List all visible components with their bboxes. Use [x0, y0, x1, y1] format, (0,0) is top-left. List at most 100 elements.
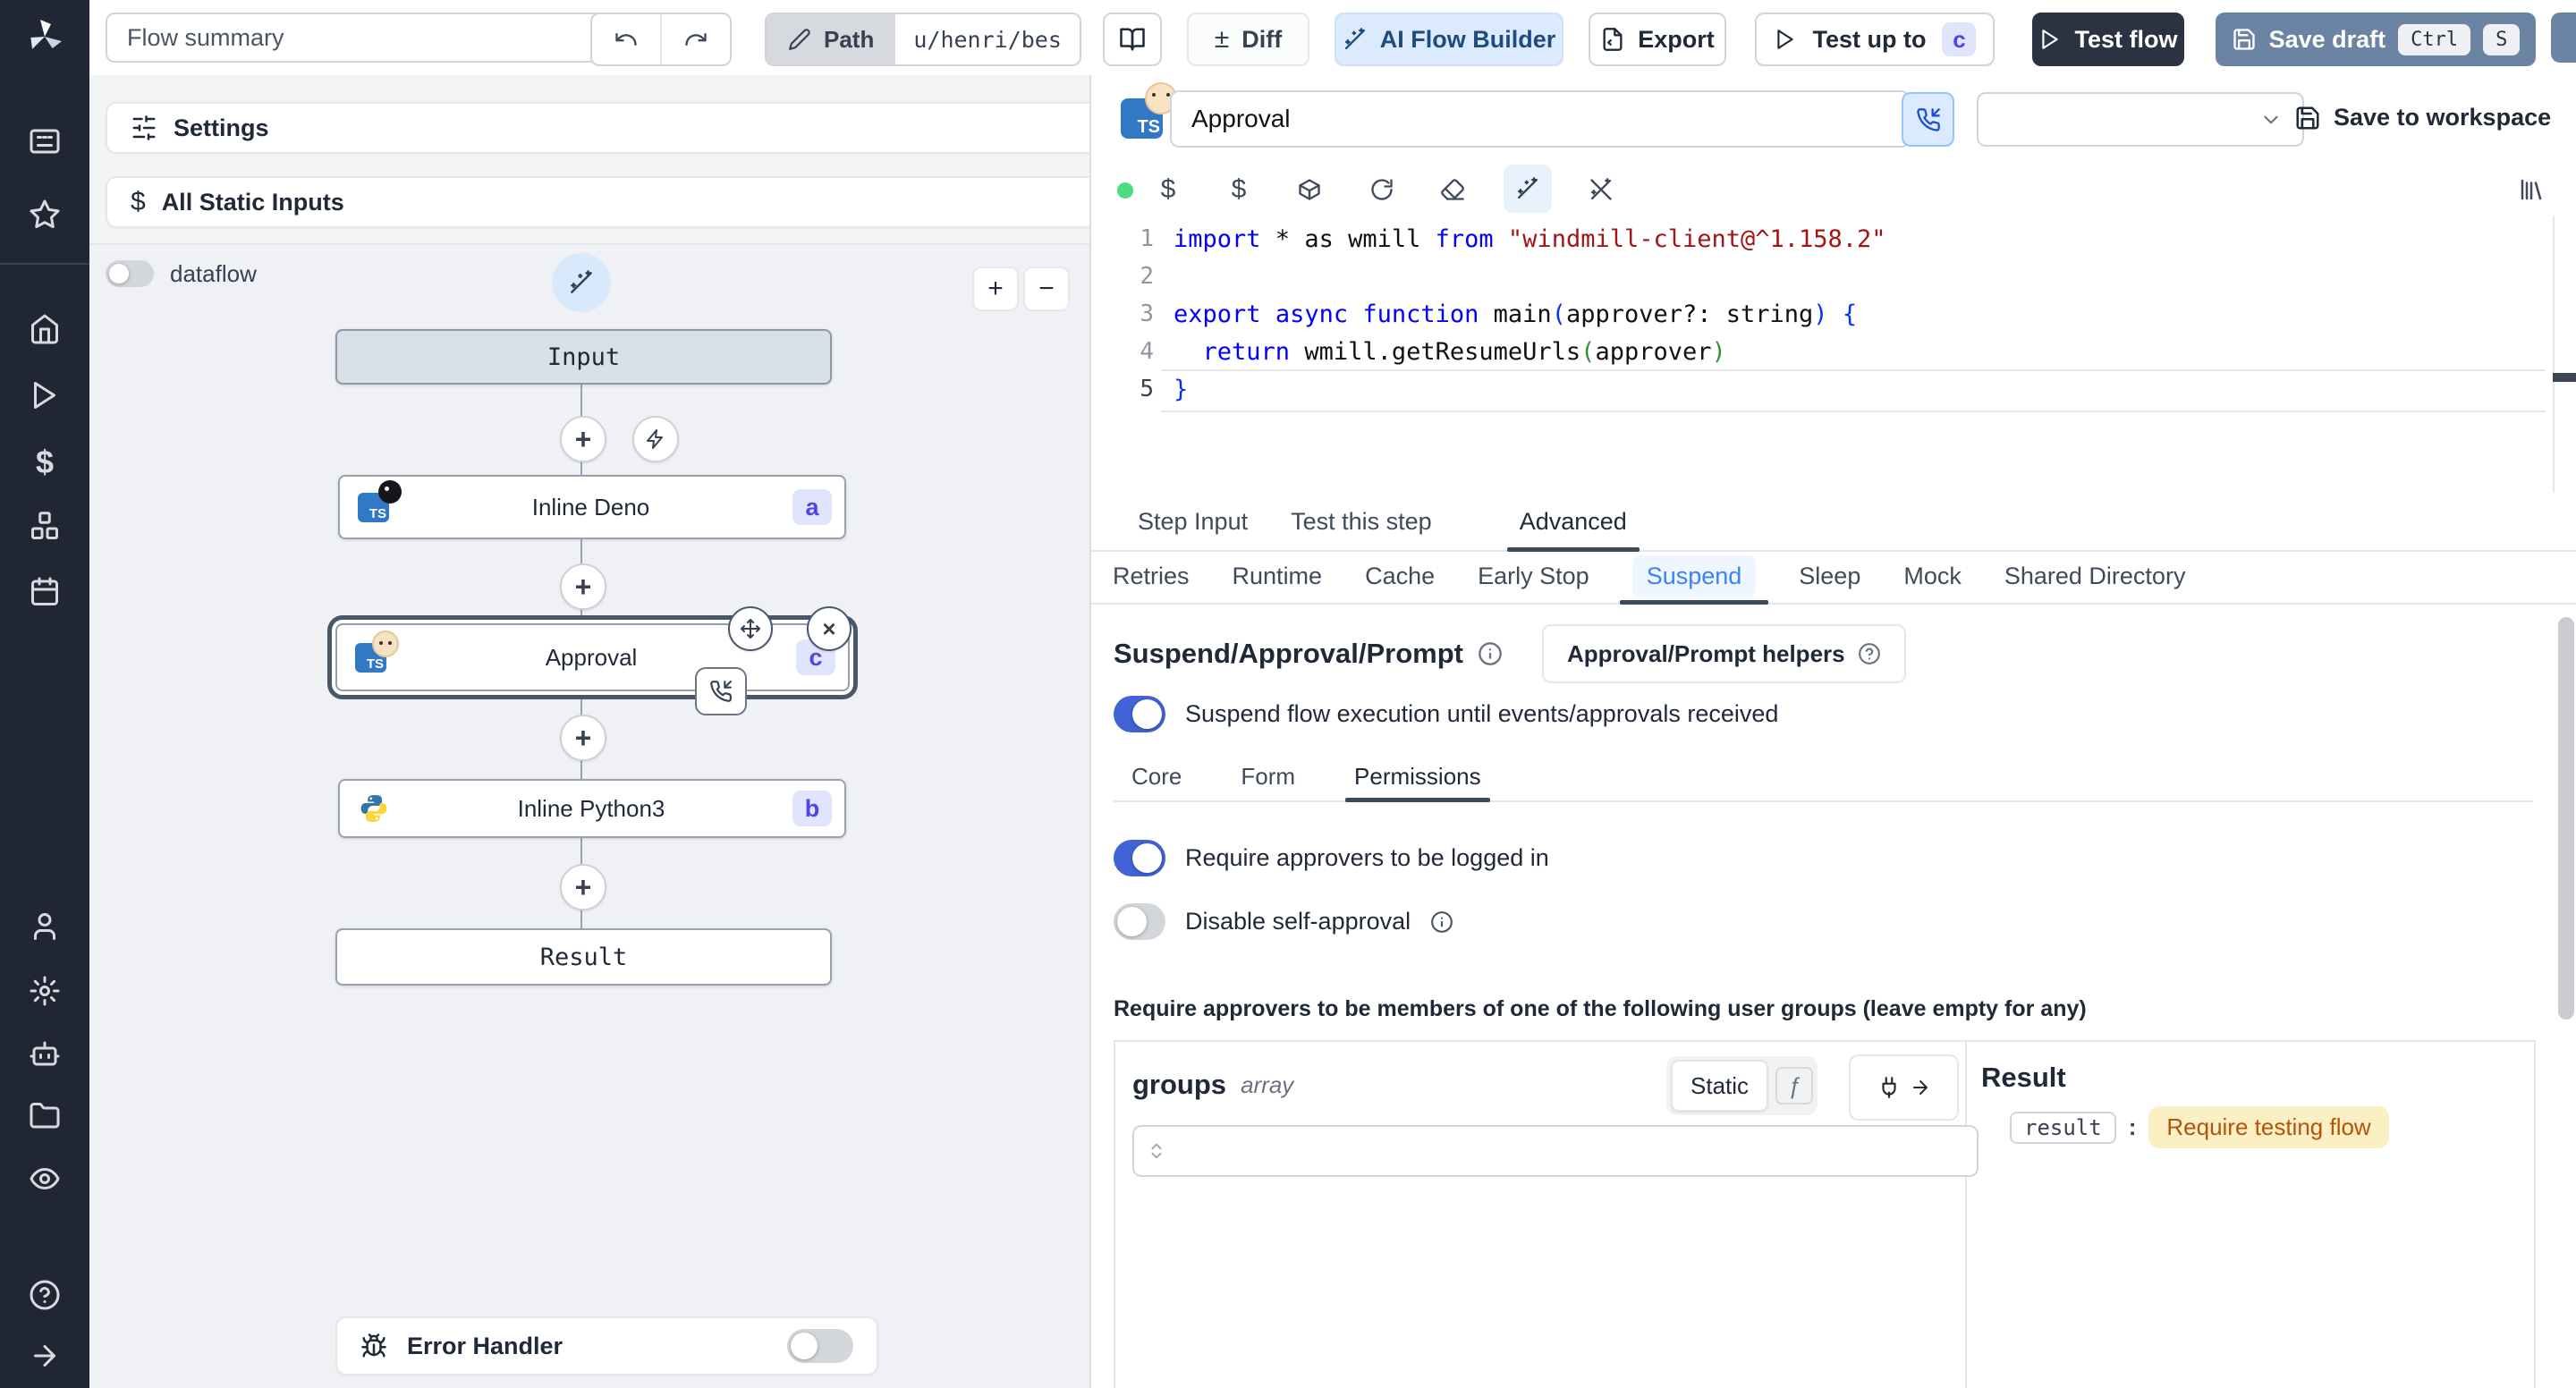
trigger-bolt-button[interactable] — [632, 416, 679, 462]
apps-icon[interactable] — [29, 125, 61, 157]
suspend-sub-tabs: Core Form Permissions — [1114, 753, 2532, 802]
require-login-toggle[interactable] — [1114, 840, 1165, 876]
info-icon[interactable] — [1478, 641, 1503, 666]
result-key-chip[interactable]: result — [2010, 1111, 2116, 1144]
play-icon — [2042, 30, 2059, 49]
suspend-phone-button[interactable] — [1902, 92, 1954, 147]
step-name-input[interactable]: Approval — [1170, 90, 1910, 148]
add-step-button[interactable]: + — [560, 563, 606, 610]
test-up-to-button[interactable]: Test up to c — [1755, 13, 1995, 66]
error-handler-card[interactable]: Error Handler — [335, 1316, 878, 1375]
step-id-badge: c — [1942, 22, 1977, 56]
zoom-out-button[interactable]: − — [1023, 267, 1070, 311]
tab-test-this-step[interactable]: Test this step — [1269, 493, 1453, 550]
ai-flow-builder-button[interactable]: AI Flow Builder — [1335, 13, 1563, 66]
ai-off-button[interactable] — [1581, 170, 1621, 209]
variable-picker-button[interactable]: $ — [1148, 170, 1188, 209]
tab-core[interactable]: Core — [1114, 753, 1199, 800]
resource-picker-button[interactable]: $ — [1219, 170, 1258, 209]
result-value-pill[interactable]: Require testing flow — [2148, 1106, 2389, 1148]
library-button[interactable] — [2512, 170, 2551, 209]
schedules-icon[interactable] — [29, 576, 61, 608]
error-handler-toggle[interactable] — [787, 1329, 853, 1363]
connect-input-button[interactable] — [1849, 1054, 1959, 1121]
code-editor[interactable]: 1 import * as wmill from "windmill-client… — [1091, 216, 2576, 493]
help-icon[interactable] — [29, 1279, 61, 1311]
tab-advanced[interactable]: Advanced — [1498, 493, 1648, 552]
python-icon — [360, 795, 387, 822]
add-step-button[interactable]: + — [560, 715, 606, 761]
zoom-in-button[interactable]: + — [972, 267, 1019, 311]
tab-permissions[interactable]: Permissions — [1336, 753, 1499, 802]
add-step-button[interactable]: + — [560, 416, 606, 462]
result-row: result : Require testing flow — [2010, 1106, 2389, 1148]
kbd-s: S — [2483, 23, 2521, 55]
runs-icon[interactable] — [29, 379, 61, 411]
dataflow-toggle[interactable] — [106, 260, 154, 287]
javascript-fn-option[interactable]: ƒ — [1775, 1067, 1814, 1104]
package-button[interactable] — [1290, 170, 1329, 209]
node-approval-selected[interactable]: TS Approval c — [335, 623, 850, 691]
plus-minus-icon: ± — [1214, 24, 1230, 54]
move-node-button[interactable] — [728, 606, 773, 651]
tab-runtime[interactable]: Runtime — [1211, 550, 1344, 603]
format-button[interactable] — [1433, 170, 1472, 209]
node-inline-deno[interactable]: TS Inline Deno a — [338, 475, 846, 539]
audit-eye-icon[interactable] — [29, 1163, 61, 1195]
groups-array-input[interactable] — [1132, 1125, 1979, 1177]
redo-button[interactable] — [662, 14, 730, 64]
tab-cache[interactable]: Cache — [1343, 550, 1456, 603]
variables-icon[interactable]: $ — [29, 444, 61, 480]
approval-prompt-helpers-button[interactable]: Approval/Prompt helpers — [1541, 624, 1906, 683]
template-select[interactable] — [1977, 92, 2304, 147]
tab-shared-directory[interactable]: Shared Directory — [1983, 550, 2207, 603]
node-input[interactable]: Input — [335, 329, 832, 385]
settings-gear-icon[interactable] — [29, 975, 61, 1007]
diff-button[interactable]: ± Diff — [1187, 13, 1309, 66]
favorites-star-icon[interactable] — [29, 199, 61, 231]
advanced-tabs: Retries Runtime Cache Early Stop Suspend… — [1091, 550, 2576, 605]
test-flow-button[interactable]: Test flow — [2032, 13, 2184, 66]
tab-mock[interactable]: Mock — [1882, 550, 1983, 603]
all-static-inputs-card[interactable]: $ All Static Inputs — [106, 176, 1123, 228]
tab-sleep[interactable]: Sleep — [1777, 550, 1882, 603]
node-inline-python[interactable]: Inline Python3 b — [338, 779, 846, 838]
scrollbar-thumb[interactable] — [2558, 617, 2574, 1020]
disable-self-approval-toggle[interactable] — [1114, 903, 1165, 940]
docs-book-button[interactable] — [1103, 13, 1162, 66]
tab-form[interactable]: Form — [1223, 753, 1313, 800]
users-icon[interactable] — [29, 910, 61, 943]
deploy-button-partial[interactable] — [2551, 13, 2576, 63]
save-to-workspace-button[interactable]: Save to workspace — [2294, 92, 2551, 143]
tab-early-stop[interactable]: Early Stop — [1456, 550, 1611, 603]
node-result[interactable]: Result — [335, 928, 832, 986]
tab-suspend[interactable]: Suspend — [1611, 550, 1778, 605]
export-button[interactable]: Export — [1589, 13, 1726, 66]
graph-canvas[interactable]: dataflow + − Input + TS Inline Deno a + … — [89, 243, 1089, 1388]
add-step-button[interactable]: + — [560, 864, 606, 910]
ai-graph-wand-button[interactable] — [552, 253, 611, 312]
flow-settings-card[interactable]: Settings — [106, 102, 1123, 154]
ai-assistant-button-active[interactable] — [1504, 165, 1552, 213]
flow-summary-input[interactable]: Flow summary — [106, 13, 605, 63]
dollar-icon: $ — [131, 187, 146, 216]
tab-step-input[interactable]: Step Input — [1116, 493, 1269, 550]
path-button[interactable]: Path — [767, 14, 896, 64]
expand-sidebar-arrow-icon[interactable] — [29, 1340, 61, 1372]
undo-button[interactable] — [592, 14, 662, 64]
static-option[interactable]: Static — [1671, 1060, 1769, 1112]
wand-off-icon — [1590, 178, 1612, 200]
tab-retries[interactable]: Retries — [1091, 550, 1211, 603]
info-icon[interactable] — [1430, 910, 1453, 934]
delete-node-button[interactable]: × — [807, 606, 852, 651]
folders-icon[interactable] — [29, 1100, 61, 1132]
approval-phone-chip[interactable] — [695, 667, 747, 715]
windmill-logo-icon[interactable] — [23, 14, 66, 57]
home-icon[interactable] — [29, 313, 61, 345]
workers-bot-icon[interactable] — [29, 1037, 61, 1070]
resources-icon[interactable] — [29, 510, 61, 542]
path-value[interactable]: u/henri/bes — [895, 14, 1080, 64]
suspend-toggle[interactable] — [1114, 696, 1165, 732]
save-draft-button[interactable]: Save draft Ctrl S — [2216, 13, 2536, 66]
reload-button[interactable] — [1362, 170, 1402, 209]
